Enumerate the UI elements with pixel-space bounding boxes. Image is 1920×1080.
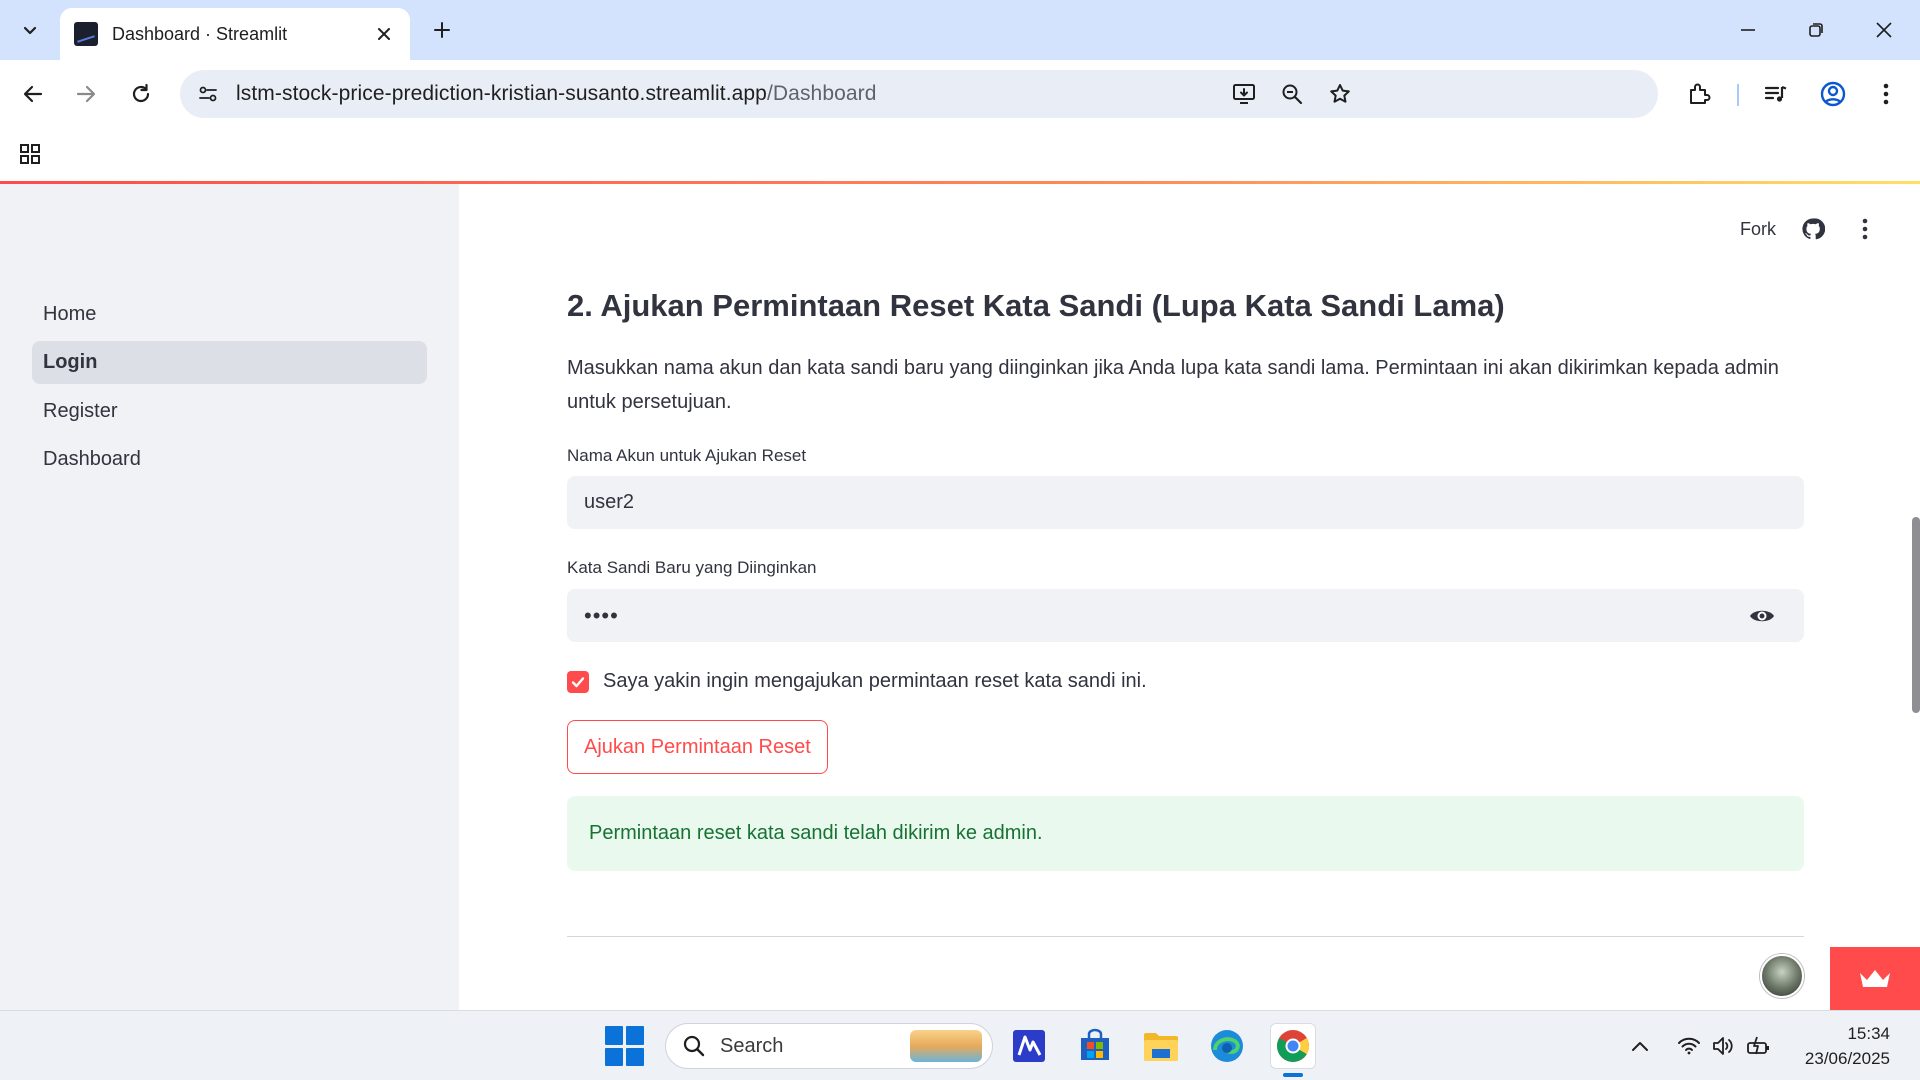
tab-search-icon[interactable]: [12, 12, 48, 48]
confirm-checkbox-row[interactable]: Saya yakin ingin mengajukan permintaan r…: [567, 670, 1147, 693]
microsoft-store-icon[interactable]: [1072, 1023, 1118, 1069]
browser-toolbar: lstm-stock-price-prediction-kristian-sus…: [0, 60, 1920, 128]
clock-time: 15:34: [1847, 1024, 1890, 1043]
success-message: Permintaan reset kata sandi telah dikiri…: [589, 822, 1043, 844]
taskbar-search-input[interactable]: Search: [665, 1023, 993, 1069]
apps-icon[interactable]: [12, 136, 48, 172]
sidebar-item-dashboard[interactable]: Dashboard: [32, 438, 427, 481]
file-explorer-icon[interactable]: [1138, 1023, 1184, 1069]
sidebar-item-login[interactable]: Login: [32, 341, 427, 384]
microsoft-365-icon[interactable]: [1006, 1023, 1052, 1069]
wifi-icon[interactable]: [1676, 1033, 1702, 1059]
success-alert: Permintaan reset kata sandi telah dikiri…: [567, 796, 1804, 871]
minimize-icon[interactable]: [1728, 10, 1768, 50]
site-info-icon[interactable]: [190, 76, 226, 112]
system-clock[interactable]: 15:34 23/06/2025: [1805, 1021, 1890, 1071]
battery-icon[interactable]: [1746, 1033, 1772, 1059]
plus-icon[interactable]: [424, 12, 460, 48]
zoom-icon[interactable]: [1274, 76, 1310, 112]
github-icon[interactable]: [1798, 214, 1828, 244]
bookmark-star-icon[interactable]: [1322, 76, 1358, 112]
show-password-eye-icon[interactable]: [1748, 602, 1776, 630]
bookmarks-bar: [0, 128, 1920, 182]
forward-icon[interactable]: [66, 74, 106, 114]
address-bar[interactable]: lstm-stock-price-prediction-kristian-sus…: [180, 70, 1658, 118]
form-description: Masukkan nama akun dan kata sandi baru y…: [567, 357, 1779, 413]
streamlit-crown-icon[interactable]: [1830, 947, 1920, 1010]
tab-title: Dashboard · Streamlit: [112, 23, 288, 44]
url-host: lstm-stock-price-prediction-kristian-sus…: [236, 82, 767, 105]
confirm-checkbox-label[interactable]: Saya yakin ingin mengajukan permintaan r…: [603, 670, 1147, 693]
section-title: 2. Ajukan Permintaan Reset Kata Sandi (L…: [567, 288, 1505, 323]
password-input[interactable]: ••••: [567, 589, 1804, 642]
window-close-icon[interactable]: [1864, 10, 1904, 50]
search-icon: [683, 1035, 705, 1057]
submit-reset-request-button[interactable]: Ajukan Permintaan Reset: [567, 720, 828, 774]
url-path: /Dashboard: [766, 82, 877, 105]
edge-icon[interactable]: [1204, 1023, 1250, 1069]
sidebar: Home Login Register Dashboard: [0, 184, 459, 1010]
browser-tab-bar: Dashboard · Streamlit: [0, 0, 1920, 60]
search-highlight-image: [910, 1030, 982, 1062]
close-icon[interactable]: [372, 22, 396, 46]
password-value: ••••: [584, 602, 619, 628]
sidebar-item-label: Dashboard: [43, 448, 141, 470]
search-label: Search: [720, 1034, 784, 1057]
chrome-icon[interactable]: [1270, 1023, 1316, 1069]
toolbar-separator: [1737, 84, 1739, 106]
section-divider: [567, 936, 1804, 937]
active-app-indicator: [1283, 1073, 1303, 1077]
sidebar-item-register[interactable]: Register: [32, 390, 427, 433]
scrollbar[interactable]: [1912, 517, 1920, 713]
avatar[interactable]: [1760, 954, 1804, 998]
volume-icon[interactable]: [1710, 1033, 1736, 1059]
sidebar-item-home[interactable]: Home: [32, 293, 427, 336]
fork-button[interactable]: Fork: [1740, 219, 1776, 240]
sidebar-item-label: Home: [43, 303, 97, 325]
app-menu-icon[interactable]: [1850, 214, 1880, 244]
sidebar-item-label: Login: [43, 351, 98, 373]
windows-start-icon[interactable]: [605, 1026, 645, 1066]
streamlit-app-favicon: [74, 22, 98, 46]
chevron-up-icon[interactable]: [1627, 1033, 1653, 1059]
back-icon[interactable]: [13, 74, 53, 114]
profile-icon[interactable]: [1813, 74, 1853, 114]
taskbar: Search 15:34 23/06/2025: [0, 1010, 1920, 1080]
extensions-icon[interactable]: [1679, 74, 1719, 114]
main-content: Fork 2. Ajukan Permintaan Reset Kata San…: [459, 184, 1920, 1010]
app-header-actions: Fork: [1740, 214, 1880, 244]
media-icon[interactable]: [1756, 74, 1796, 114]
install-app-icon[interactable]: [1226, 76, 1262, 112]
username-value: user2: [584, 491, 635, 513]
browser-tab[interactable]: Dashboard · Streamlit: [60, 8, 410, 60]
clock-date: 23/06/2025: [1804, 1049, 1890, 1068]
username-label: Nama Akun untuk Ajukan Reset: [567, 446, 807, 465]
url-text[interactable]: lstm-stock-price-prediction-kristian-sus…: [236, 82, 877, 106]
reload-icon[interactable]: [121, 74, 161, 114]
restore-icon[interactable]: [1796, 10, 1836, 50]
password-label: Kata Sandi Baru yang Diinginkan: [567, 558, 817, 577]
sidebar-item-label: Register: [43, 400, 118, 422]
username-input[interactable]: user2: [567, 476, 1804, 529]
confirm-checkbox[interactable]: [567, 670, 589, 693]
menu-icon[interactable]: [1866, 74, 1906, 114]
